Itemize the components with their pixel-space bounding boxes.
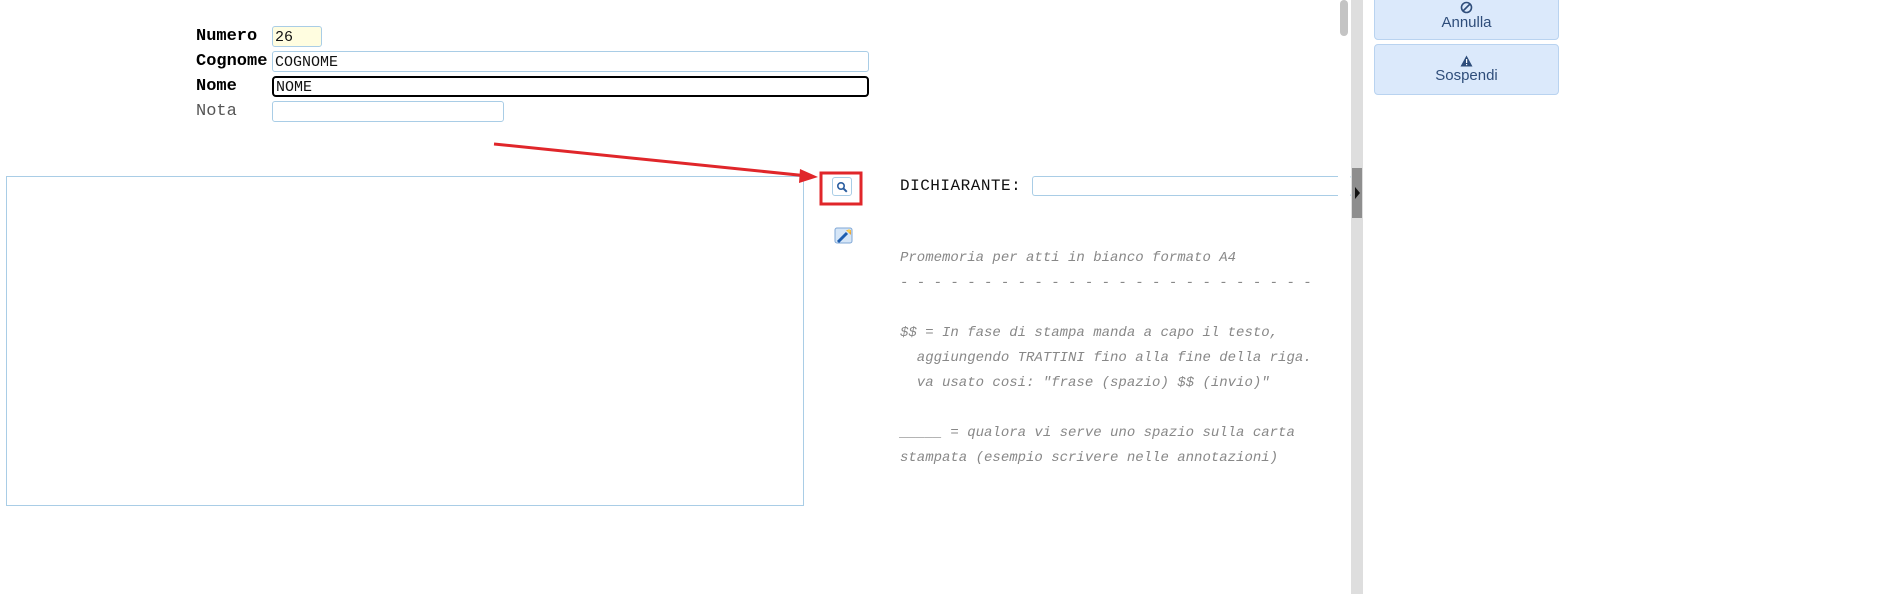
content-scrollbar[interactable] <box>1338 0 1350 594</box>
sospendi-label: Sospendi <box>1435 67 1498 84</box>
promemoria-line-4: _____ = qualora vi serve uno spazio sull… <box>900 425 1295 441</box>
promemoria-line-5: stampata (esempio scrivere nelle annotaz… <box>900 450 1279 466</box>
collapse-arrow-icon <box>1355 187 1360 199</box>
annulla-label: Annulla <box>1441 14 1492 31</box>
splitter-handle[interactable] <box>1352 168 1362 218</box>
warning-icon <box>1460 55 1473 67</box>
dichiarante-field[interactable] <box>1032 176 1352 196</box>
annotation-arrow <box>493 142 809 178</box>
annotation-arrowhead <box>799 169 818 183</box>
dichiarante-label: DICHIARANTE: <box>900 177 1022 195</box>
promemoria-line-3: va usato cosi: "frase (spazio) $$ (invio… <box>900 375 1270 391</box>
cancel-icon <box>1460 1 1473 14</box>
content-scrollbar-thumb[interactable] <box>1340 0 1348 36</box>
annotation-overlay <box>493 142 863 206</box>
annotation-highlight-box <box>819 171 863 206</box>
promemoria-line-2: aggiungendo TRATTINI fino alla fine dell… <box>900 350 1312 366</box>
panel-splitter[interactable] <box>1351 0 1363 594</box>
promemoria-line-1: $$ = In fase di stampa manda a capo il t… <box>900 325 1279 341</box>
sospendi-button[interactable]: Sospendi <box>1374 44 1559 95</box>
annulla-button[interactable]: Annulla <box>1374 0 1559 40</box>
promemoria-title: Promemoria per atti in bianco formato A4 <box>900 250 1237 266</box>
promemoria-separator: - - - - - - - - - - - - - - - - - - - - … <box>900 275 1312 291</box>
